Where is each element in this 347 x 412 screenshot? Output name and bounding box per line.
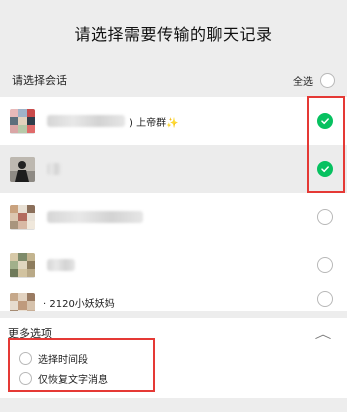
option-label: 选择时间段: [38, 354, 88, 366]
conversation-row[interactable]: [0, 241, 347, 289]
blurred-chat-name: [47, 115, 125, 127]
empty-circle-icon[interactable]: [19, 351, 32, 365]
header: 请选择需要传输的聊天记录: [0, 0, 347, 66]
group-avatar: [10, 108, 35, 134]
blurred-chat-name: [47, 259, 75, 271]
checkmark-circle-icon[interactable]: [317, 161, 333, 177]
group-avatar: [10, 293, 35, 311]
empty-circle-icon[interactable]: [317, 291, 333, 307]
group-avatar: [10, 252, 35, 278]
more-options-panel: 更多选项 ︿ 选择时间段 仅恢复文字消息: [0, 318, 347, 398]
row-checkbox[interactable]: [317, 291, 333, 311]
chat-name: · 2120小妖妖妈: [43, 299, 115, 310]
contact-avatar: [10, 156, 35, 182]
option-label: 仅恢复文字消息: [38, 374, 108, 386]
chat-name: ) 上帝群✨: [129, 117, 179, 129]
row-checkbox[interactable]: [317, 257, 333, 277]
conversation-row[interactable]: [0, 145, 347, 193]
conversation-list: ) 上帝群✨ · 2120小妖妖妈: [0, 97, 347, 311]
option-time-range[interactable]: 选择时间段: [19, 348, 347, 368]
conversation-row[interactable]: ) 上帝群✨: [0, 97, 347, 145]
checkmark-circle-icon[interactable]: [317, 113, 333, 129]
blurred-chat-name: [47, 163, 61, 175]
empty-circle-icon[interactable]: [19, 371, 32, 385]
row-checkbox[interactable]: [317, 209, 333, 229]
empty-circle-icon[interactable]: [317, 209, 333, 225]
empty-circle-icon[interactable]: [317, 257, 333, 273]
blurred-chat-name: [47, 211, 143, 223]
group-avatar: [10, 204, 35, 230]
select-all-checkbox[interactable]: [320, 72, 335, 88]
conversation-section-bar: 请选择会话 全选: [0, 66, 347, 94]
row-checkbox[interactable]: [317, 113, 333, 129]
page-title: 请选择需要传输的聊天记录: [74, 25, 273, 44]
more-options-header[interactable]: 更多选项 ︿: [0, 318, 347, 348]
more-options-label: 更多选项: [8, 327, 52, 340]
chevron-up-icon[interactable]: ︿: [315, 325, 332, 342]
select-all-label[interactable]: 全选: [293, 73, 313, 88]
conversation-row[interactable]: · 2120小妖妖妈: [0, 289, 347, 311]
select-all-control[interactable]: 全选: [293, 72, 335, 88]
conversation-row[interactable]: [0, 193, 347, 241]
section-label: 请选择会话: [12, 74, 67, 87]
row-checkbox[interactable]: [317, 161, 333, 177]
option-text-only[interactable]: 仅恢复文字消息: [19, 368, 347, 388]
